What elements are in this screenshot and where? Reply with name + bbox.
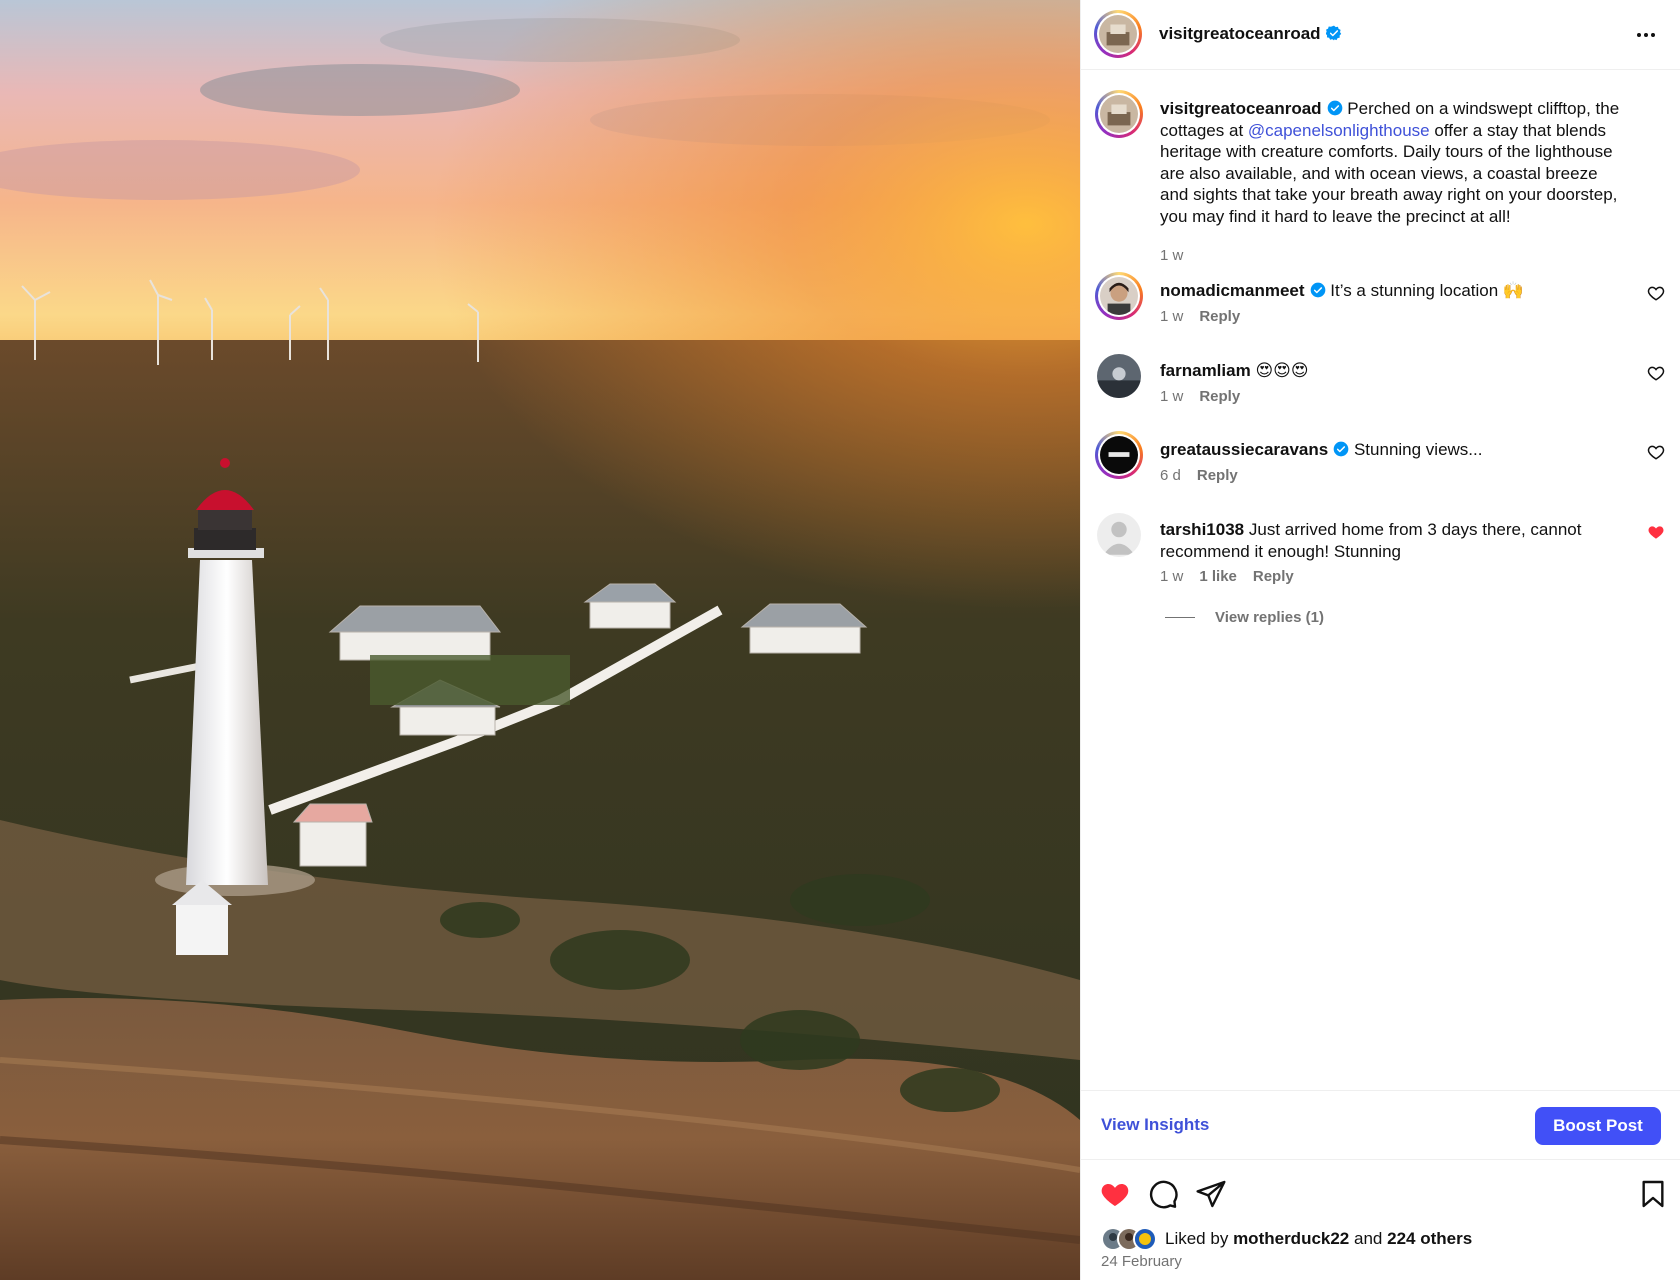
share-button[interactable] [1195,1178,1227,1210]
comment-meta: 1 w Reply [1160,308,1240,325]
caption-mention-link[interactable]: @capenelsonlighthouse [1248,121,1430,140]
comment-time[interactable]: 1 w [1160,308,1183,325]
author-username[interactable]: visitgreatoceanroad [1159,24,1342,44]
comment-avatar[interactable] [1095,272,1143,320]
comment-body: 😍😍😍 [1255,361,1309,380]
caption-meta: 1 w [1160,247,1183,264]
post-header: visitgreatoceanroad [1081,0,1680,70]
caption-avatar-image [1100,95,1138,133]
verified-badge-icon [1325,25,1341,41]
liker-avatars[interactable] [1101,1227,1157,1251]
comment-username[interactable]: nomadicmanmeet [1160,281,1305,300]
comment-bubble-icon [1149,1180,1178,1209]
reply-button[interactable]: Reply [1199,308,1240,325]
liked-by-label: Liked by [1165,1229,1229,1248]
comment-username[interactable]: greataussiecaravans [1160,440,1328,459]
post-date[interactable]: 24 February [1101,1253,1182,1270]
caption-text: visitgreatoceanroad Perched on a windswe… [1160,98,1630,228]
post-actions [1081,1162,1680,1222]
comment-text: farnamliam 😍😍😍 [1160,360,1630,382]
caption: visitgreatoceanroad Perched on a windswe… [1081,90,1680,264]
reply-button[interactable]: Reply [1253,568,1294,585]
caption-username[interactable]: visitgreatoceanroad [1160,99,1322,118]
heart-filled-icon [1101,1184,1129,1206]
boost-post-button[interactable]: Boost Post [1535,1107,1661,1145]
comment-avatar[interactable] [1095,511,1143,559]
comment-text: nomadicmanmeet It’s a stunning location … [1160,280,1630,302]
comment-time[interactable]: 1 w [1160,568,1183,585]
comment-avatar[interactable] [1095,431,1143,479]
author-avatar[interactable] [1094,10,1142,58]
comment-likes-count[interactable]: 1 like [1199,568,1237,585]
author-username-text[interactable]: visitgreatoceanroad [1159,24,1321,43]
default-avatar-icon [1097,513,1141,557]
bookmark-icon [1642,1180,1664,1208]
paper-plane-icon [1196,1180,1226,1208]
comment-avatar-image [1100,277,1138,315]
author-avatar-image [1099,15,1137,53]
like-comment-heart-icon[interactable] [1647,284,1665,302]
likes-and-label: and [1354,1229,1383,1248]
view-replies-button[interactable]: View replies (1) [1165,609,1324,626]
comment-time[interactable]: 1 w [1160,388,1183,405]
comment-avatar-image [1097,354,1141,398]
comments-list: visitgreatoceanroad Perched on a windswe… [1081,71,1680,1091]
post-detail-panel: visitgreatoceanroad visitgreatoceanroad … [1080,0,1680,1280]
comment-button[interactable] [1147,1178,1179,1210]
comment-body: Stunning views... [1353,440,1483,459]
lighthouse-sunset-photo [0,0,1080,1280]
reply-button[interactable]: Reply [1199,388,1240,405]
insights-bar: View Insights Boost Post [1081,1090,1680,1160]
more-options-icon[interactable] [1633,22,1659,48]
comment-text: tarshi1038 Just arrived home from 3 days… [1160,519,1630,562]
comment-avatar[interactable] [1095,352,1143,400]
caption-time[interactable]: 1 w [1160,247,1183,264]
like-comment-heart-icon[interactable] [1647,364,1665,382]
liker-avatar [1133,1227,1157,1251]
view-insights-link[interactable]: View Insights [1101,1115,1209,1135]
comment-meta: 6 d Reply [1160,467,1238,484]
comment-username[interactable]: tarshi1038 [1160,520,1244,539]
comment-username[interactable]: farnamliam [1160,361,1251,380]
reply-button[interactable]: Reply [1197,467,1238,484]
like-button[interactable] [1099,1178,1131,1210]
verified-badge-icon [1310,282,1325,298]
comment-text: greataussiecaravans Stunning views... [1160,439,1630,461]
likes-others-link[interactable]: 224 others [1387,1229,1472,1249]
liked-heart-icon[interactable] [1647,523,1665,541]
save-button[interactable] [1637,1178,1669,1210]
comment-item: farnamliam 😍😍😍 1 w Reply [1081,352,1680,412]
view-replies-label[interactable]: View replies (1) [1215,609,1324,626]
comment-item: nomadicmanmeet It’s a stunning location … [1081,272,1680,332]
caption-avatar[interactable] [1095,90,1143,138]
view-replies-line [1165,617,1195,618]
comment-avatar-image [1100,436,1138,474]
comment-meta: 1 w 1 like Reply [1160,568,1294,585]
likes-summary: Liked by motherduck22 and 224 others [1101,1226,1472,1252]
comment-item: tarshi1038 Just arrived home from 3 days… [1081,511,1680,601]
post-photo [0,0,1080,1280]
liker-username[interactable]: motherduck22 [1233,1229,1349,1249]
comment-item: greataussiecaravans Stunning views... 6 … [1081,431,1680,491]
comment-meta: 1 w Reply [1160,388,1240,405]
verified-badge-icon [1333,441,1349,457]
comment-time[interactable]: 6 d [1160,467,1181,484]
comment-body: It’s a stunning location 🙌 [1330,281,1525,300]
verified-badge-icon [1327,100,1342,116]
like-comment-heart-icon[interactable] [1647,443,1665,461]
